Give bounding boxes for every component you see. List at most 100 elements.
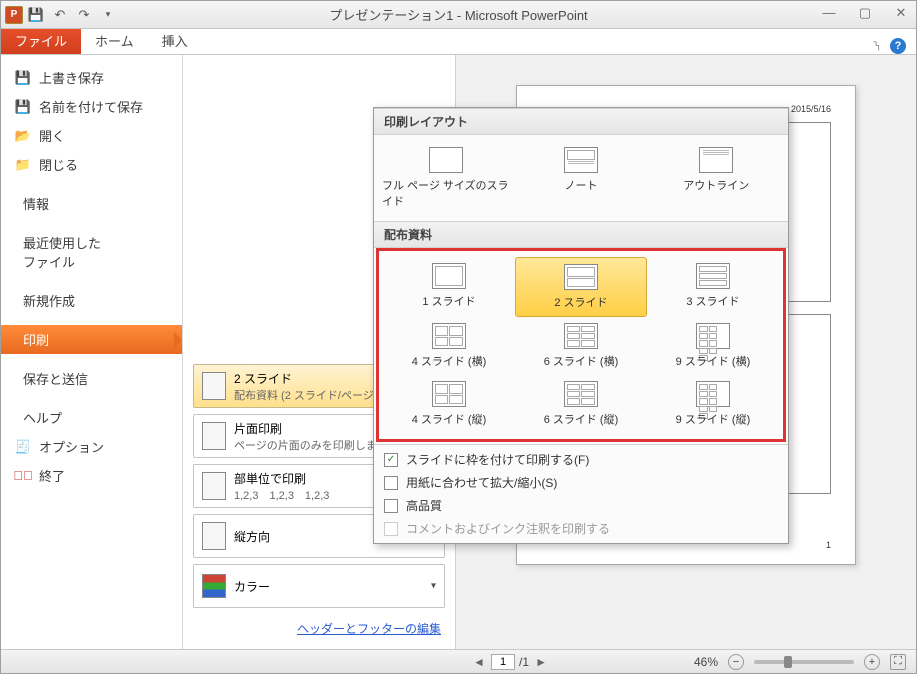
flyout-item-6slide-v[interactable]: 6 スライド (縦) (515, 375, 647, 433)
prev-page-button[interactable]: ◄ (471, 655, 487, 669)
handout-highlight-box: 1 スライド 2 スライド 3 スライド 4 スライド (横) 6 スライド (… (376, 248, 786, 442)
flyout-item-3slide[interactable]: 3 スライド (647, 257, 779, 317)
sidebar-item-print[interactable]: 印刷 (1, 325, 182, 354)
side-thumb-icon (202, 422, 226, 450)
sidebar-item-recent[interactable]: 最近使用したファイル (1, 228, 182, 276)
handout-9h-icon (696, 323, 730, 349)
qat-redo-icon[interactable]: ↷ (73, 4, 95, 26)
save-icon: 💾 (15, 70, 31, 86)
preview-page-number: 1 (826, 540, 831, 550)
ribbon-tabs: ファイル ホーム 挿入 ㇎ ? (1, 29, 916, 55)
sidebar-item-options[interactable]: 🧾オプション (1, 432, 182, 461)
close-window-button[interactable]: ✕ (892, 5, 910, 21)
color-swatch-icon (202, 574, 226, 598)
sidebar-item-save[interactable]: 💾上書き保存 (1, 63, 182, 92)
orient-thumb-icon (202, 522, 226, 550)
flyout-item-1slide[interactable]: 1 スライド (383, 257, 515, 317)
zoom-thumb[interactable] (784, 656, 792, 668)
zoom-slider[interactable] (754, 660, 854, 664)
flyout-option-scale[interactable]: 用紙に合わせて拡大/縮小(S) (384, 474, 778, 491)
checkbox-icon (384, 476, 398, 490)
flyout-item-full-page[interactable]: フル ページ サイズのスライド (378, 141, 513, 215)
zoom-percent: 46% (694, 655, 718, 669)
page-total: /1 (519, 655, 529, 669)
handout-4h-icon (432, 323, 466, 349)
qat-undo-icon[interactable]: ↶ (49, 4, 71, 26)
zoom-out-button[interactable]: − (728, 654, 744, 670)
orient-title: 縦方向 (234, 528, 270, 545)
layout-flyout: 印刷レイアウト フル ページ サイズのスライド ノート アウトライン 配布資料 … (373, 107, 789, 544)
side-title: 片面印刷 (234, 420, 388, 437)
next-page-button[interactable]: ► (533, 655, 549, 669)
handout-6h-icon (564, 323, 598, 349)
sidebar-item-saveas[interactable]: 💾名前を付けて保存 (1, 92, 182, 121)
header-footer-link[interactable]: ヘッダーとフッターの編集 (297, 622, 441, 636)
tab-file[interactable]: ファイル (1, 27, 81, 54)
page-navigator: ◄ /1 ► (471, 654, 549, 670)
folder-open-icon: 📂 (15, 128, 31, 144)
flyout-item-4slide-v[interactable]: 4 スライド (縦) (383, 375, 515, 433)
outline-icon (699, 147, 733, 173)
exit-icon: �⃞ (15, 468, 31, 484)
layout-title: 2 スライド (234, 370, 377, 387)
side-sub: ページの片面のみを印刷します (234, 437, 388, 453)
maximize-button[interactable]: ▢ (856, 5, 874, 21)
layout-sub: 配布資料 (2 スライド/ページ) (234, 387, 377, 403)
collate-title: 部単位で印刷 (234, 470, 329, 487)
help-icon[interactable]: ? (890, 38, 906, 54)
flyout-item-6slide-h[interactable]: 6 スライド (横) (515, 317, 647, 375)
flyout-option-hq[interactable]: 高品質 (384, 497, 778, 514)
color-title: カラー (234, 578, 270, 595)
backstage-sidebar: 💾上書き保存 💾名前を付けて保存 📂開く 📁閉じる 情報 最近使用したファイル … (1, 55, 183, 649)
app-icon[interactable]: P (5, 6, 23, 24)
flyout-item-4slide-h[interactable]: 4 スライド (横) (383, 317, 515, 375)
flyout-item-notes[interactable]: ノート (513, 141, 648, 215)
handout-1-icon (432, 263, 466, 289)
flyout-item-2slide[interactable]: 2 スライド (515, 257, 647, 317)
folder-close-icon: 📁 (15, 157, 31, 173)
status-bar: ◄ /1 ► 46% − + ⛶ (1, 649, 916, 673)
sidebar-item-help[interactable]: ヘルプ (1, 403, 182, 432)
ribbon-minimize-icon[interactable]: ㇎ (871, 38, 882, 54)
preview-date: 2015/5/16 (791, 104, 831, 114)
flyout-option-frame[interactable]: ✓スライドに枠を付けて印刷する(F) (384, 451, 778, 468)
zoom-in-button[interactable]: + (864, 654, 880, 670)
checkbox-checked-icon: ✓ (384, 453, 398, 467)
collate-thumb-icon (202, 472, 226, 500)
notes-icon (564, 147, 598, 173)
flyout-section-print-layout: 印刷レイアウト (374, 108, 788, 135)
saveas-icon: 💾 (15, 99, 31, 115)
minimize-button[interactable]: ― (820, 5, 838, 21)
sidebar-item-exit[interactable]: �⃞終了 (1, 461, 182, 490)
tab-insert[interactable]: 挿入 (148, 27, 202, 54)
checkbox-icon (384, 522, 398, 536)
flyout-item-outline[interactable]: アウトライン (649, 141, 784, 215)
handout-9v-icon (696, 381, 730, 407)
full-page-icon (429, 147, 463, 173)
sidebar-item-new[interactable]: 新規作成 (1, 286, 182, 315)
zoom-fit-button[interactable]: ⛶ (890, 654, 906, 670)
title-bar: P 💾 ↶ ↷ ▾ プレゼンテーション1 - Microsoft PowerPo… (1, 1, 916, 29)
sidebar-item-info[interactable]: 情報 (1, 189, 182, 218)
sidebar-item-close[interactable]: 📁閉じる (1, 150, 182, 179)
qat-customize-icon[interactable]: ▾ (97, 4, 119, 26)
handout-6v-icon (564, 381, 598, 407)
layout-thumb-icon (202, 372, 226, 400)
quick-access-toolbar: P 💾 ↶ ↷ ▾ (1, 4, 119, 26)
flyout-item-9slide-h[interactable]: 9 スライド (横) (647, 317, 779, 375)
page-input[interactable] (491, 654, 515, 670)
chevron-down-icon: ▾ (431, 581, 436, 592)
flyout-option-ink: コメントおよびインク注釈を印刷する (384, 520, 778, 537)
window-title: プレゼンテーション1 - Microsoft PowerPoint (329, 5, 587, 24)
collate-sub: 1,2,3 1,2,3 1,2,3 (234, 487, 329, 503)
sidebar-item-share[interactable]: 保存と送信 (1, 364, 182, 393)
qat-save-icon[interactable]: 💾 (25, 4, 47, 26)
flyout-item-9slide-v[interactable]: 9 スライド (縦) (647, 375, 779, 433)
checkbox-icon (384, 499, 398, 513)
handout-4v-icon (432, 381, 466, 407)
tab-home[interactable]: ホーム (81, 27, 148, 54)
sidebar-item-open[interactable]: 📂開く (1, 121, 182, 150)
color-dropdown[interactable]: カラー ▾ (193, 564, 445, 608)
handout-3-icon (696, 263, 730, 289)
flyout-section-handout: 配布資料 (374, 221, 788, 248)
